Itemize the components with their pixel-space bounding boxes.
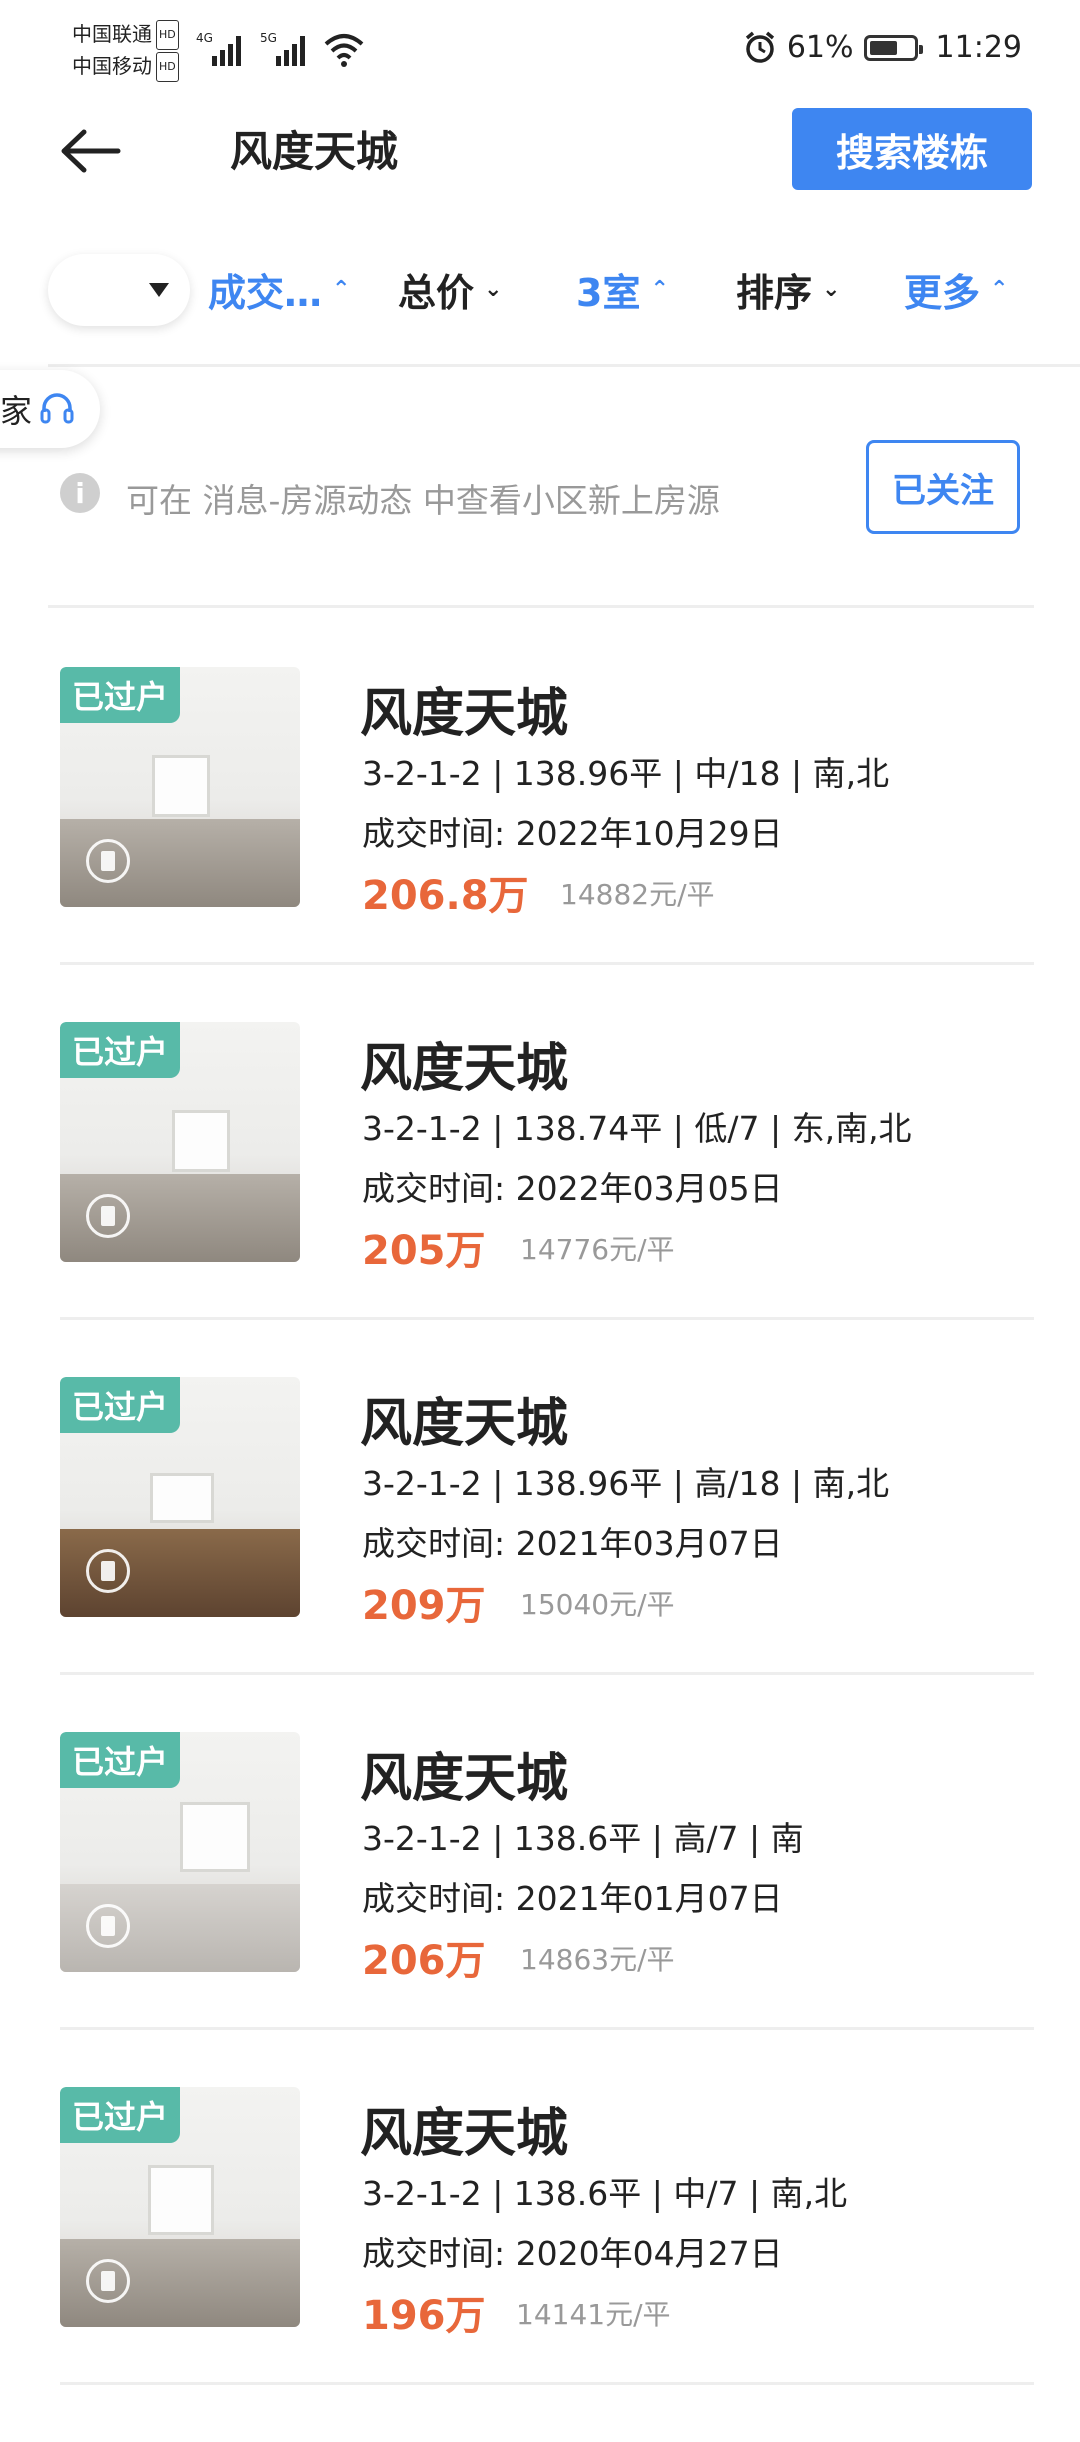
signal-4g-icon: 4G: [196, 31, 241, 66]
filter-sort[interactable]: 排序 ⌄: [736, 262, 840, 317]
carrier-1: 中国联通 HD: [72, 20, 179, 53]
status-badge: 已过户: [60, 667, 180, 723]
listing-title: 风度天城: [360, 1039, 569, 1099]
notice-divider: [48, 605, 1034, 608]
listing-price: 206万: [362, 1938, 486, 1984]
listing-photo: 已过户: [60, 1022, 300, 1262]
filter-more[interactable]: 更多 ⌃: [904, 262, 1008, 317]
clock: 11:29: [935, 30, 1022, 65]
listing-unit-price: 14776元/平: [520, 1233, 675, 1266]
page-title: 风度天城: [230, 127, 399, 176]
filter-rooms[interactable]: 3室 ⌃: [576, 262, 669, 317]
listing-unit-price: 14141元/平: [516, 2298, 671, 2331]
wifi-icon: [324, 34, 364, 67]
listing-deal-date: 成交时间: 2022年03月05日: [362, 1169, 783, 1208]
battery-icon: [863, 34, 923, 61]
listing-item[interactable]: 已过户 风度天城 3-2-1-2 | 138.74平 | 低/7 | 东,南,北…: [0, 1022, 1080, 1377]
info-icon: i: [60, 473, 100, 513]
customer-service-tab[interactable]: 家: [0, 370, 100, 448]
listing-divider: [60, 1317, 1034, 1320]
status-badge: 已过户: [60, 1377, 180, 1433]
listing-deal-date: 成交时间: 2022年10月29日: [362, 814, 783, 853]
chevron-down-icon: ⌄: [484, 277, 503, 302]
listing-title: 风度天城: [360, 1394, 569, 1454]
vr-tour-icon: [86, 1904, 130, 1948]
followed-button[interactable]: 已关注: [866, 440, 1020, 534]
status-badge: 已过户: [60, 2087, 180, 2143]
signal-icons: 4G 5G: [196, 28, 364, 68]
listing-divider: [60, 2382, 1034, 2385]
listing-photo: 已过户: [60, 1377, 300, 1617]
listing-photo: 已过户: [60, 667, 300, 907]
listing-title: 风度天城: [360, 1749, 569, 1809]
listing-price: 209万: [362, 1583, 486, 1629]
notice-text: 可在 消息-房源动态 中查看小区新上房源: [126, 481, 720, 520]
listing-deal-date: 成交时间: 2021年03月07日: [362, 1524, 783, 1563]
svg-text:4G: 4G: [196, 31, 213, 45]
listing-title: 风度天城: [360, 684, 569, 744]
chevron-up-icon: ⌃: [332, 277, 351, 302]
alarm-icon: [745, 31, 774, 63]
status-right: 61% 11:29: [743, 30, 1022, 65]
listing-item[interactable]: 已过户 风度天城 3-2-1-2 | 138.6平 | 高/7 | 南 成交时间…: [0, 1732, 1080, 2087]
filter-divider: [48, 364, 1080, 367]
listing-specs: 3-2-1-2 | 138.6平 | 中/7 | 南,北: [362, 2174, 848, 2213]
vr-tour-icon: [86, 2259, 130, 2303]
chevron-up-icon: ⌃: [990, 277, 1009, 302]
filter-deal[interactable]: 成交… ⌃: [208, 262, 350, 317]
headset-icon: [40, 393, 74, 424]
listing-price: 206.8万: [362, 873, 529, 919]
listing-specs: 3-2-1-2 | 138.74平 | 低/7 | 东,南,北: [362, 1109, 912, 1148]
listing-divider: [60, 2027, 1034, 2030]
listing-deal-date: 成交时间: 2021年01月07日: [362, 1879, 783, 1918]
listing-price: 205万: [362, 1228, 486, 1274]
listing-item[interactable]: 已过户 风度天城 3-2-1-2 | 138.96平 | 中/18 | 南,北 …: [0, 667, 1080, 1022]
listing-divider: [60, 962, 1034, 965]
carrier-2: 中国移动 HD: [72, 52, 179, 85]
listing-item[interactable]: 已过户 风度天城 3-2-1-2 | 138.6平 | 中/7 | 南,北 成交…: [0, 2087, 1080, 2442]
filter-dropdown-pill[interactable]: [48, 254, 190, 326]
signal-5g-icon: 5G: [260, 31, 305, 66]
listing-unit-price: 14863元/平: [520, 1943, 675, 1976]
status-badge: 已过户: [60, 1022, 180, 1078]
listing-photo: 已过户: [60, 1732, 300, 1972]
listing-divider: [60, 1672, 1034, 1675]
listing-deal-date: 成交时间: 2020年04月27日: [362, 2234, 783, 2273]
filter-total-price[interactable]: 总价 ⌄: [398, 262, 502, 317]
chevron-up-icon: ⌃: [650, 277, 669, 302]
listing-title: 风度天城: [360, 2104, 569, 2164]
status-badge: 已过户: [60, 1732, 180, 1788]
listing-price: 196万: [362, 2293, 486, 2339]
vr-tour-icon: [86, 839, 130, 883]
chevron-down-icon: ⌄: [822, 277, 841, 302]
battery-percent: 61%: [786, 30, 854, 65]
listing-unit-price: 15040元/平: [520, 1588, 675, 1621]
listing-specs: 3-2-1-2 | 138.96平 | 高/18 | 南,北: [362, 1464, 890, 1503]
vr-tour-icon: [86, 1549, 130, 1593]
vr-tour-icon: [86, 1194, 130, 1238]
listing-item[interactable]: 已过户 风度天城 3-2-1-2 | 138.96平 | 高/18 | 南,北 …: [0, 1377, 1080, 1732]
listing-specs: 3-2-1-2 | 138.96平 | 中/18 | 南,北: [362, 754, 890, 793]
dropdown-triangle-icon: [149, 283, 169, 297]
search-building-button[interactable]: 搜索楼栋: [792, 108, 1032, 190]
listing-unit-price: 14882元/平: [560, 878, 715, 911]
svg-text:5G: 5G: [260, 31, 277, 45]
listing-photo: 已过户: [60, 2087, 300, 2327]
back-arrow-icon[interactable]: [58, 126, 122, 176]
listing-specs: 3-2-1-2 | 138.6平 | 高/7 | 南: [362, 1819, 804, 1858]
